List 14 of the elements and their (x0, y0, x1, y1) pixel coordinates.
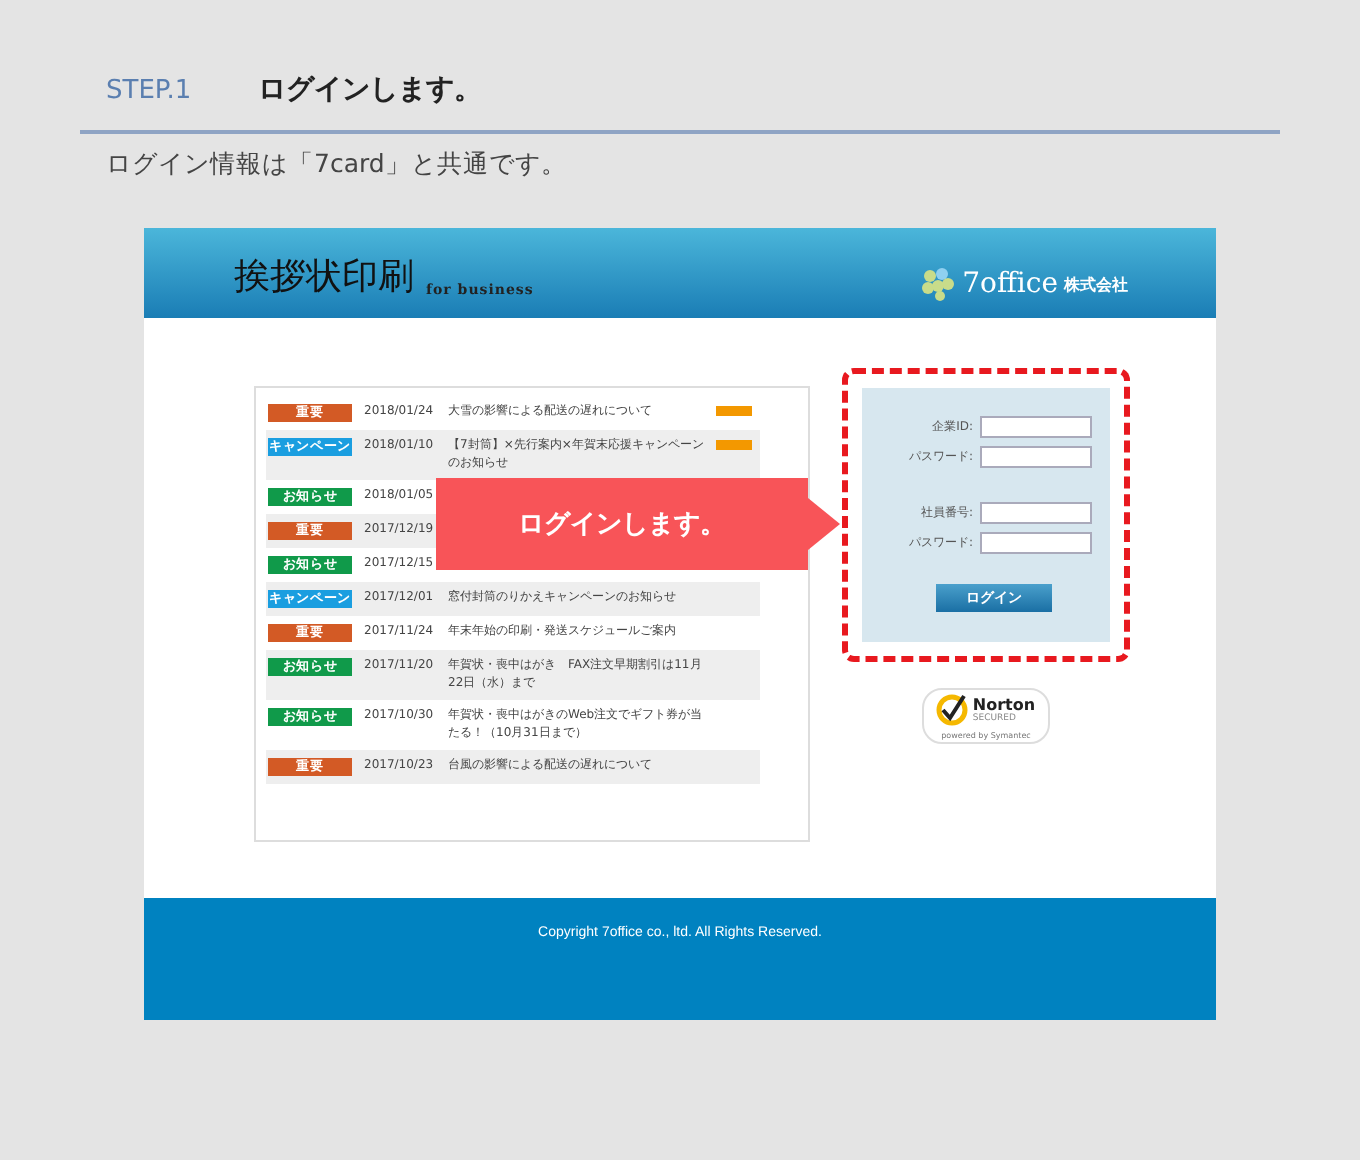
input-field[interactable] (979, 446, 1091, 468)
step-title: ログインします。 (258, 72, 482, 108)
input-field[interactable] (979, 532, 1091, 554)
checkmark-icon (936, 694, 969, 726)
logo-brand: 7office (962, 268, 1058, 300)
flower-logo-icon (920, 266, 957, 302)
input-field[interactable] (979, 416, 1091, 438)
site-title: 挨拶状印刷 (234, 258, 414, 298)
callout-pointer (808, 498, 840, 550)
badge-name: Norton (972, 695, 1036, 713)
logo-suffix: 株式会社 (1064, 273, 1128, 295)
step-description: ログイン情報は「7card」と共通です。 (104, 148, 569, 182)
input-field[interactable] (979, 502, 1091, 524)
step-label: STEP.1 (106, 76, 194, 106)
